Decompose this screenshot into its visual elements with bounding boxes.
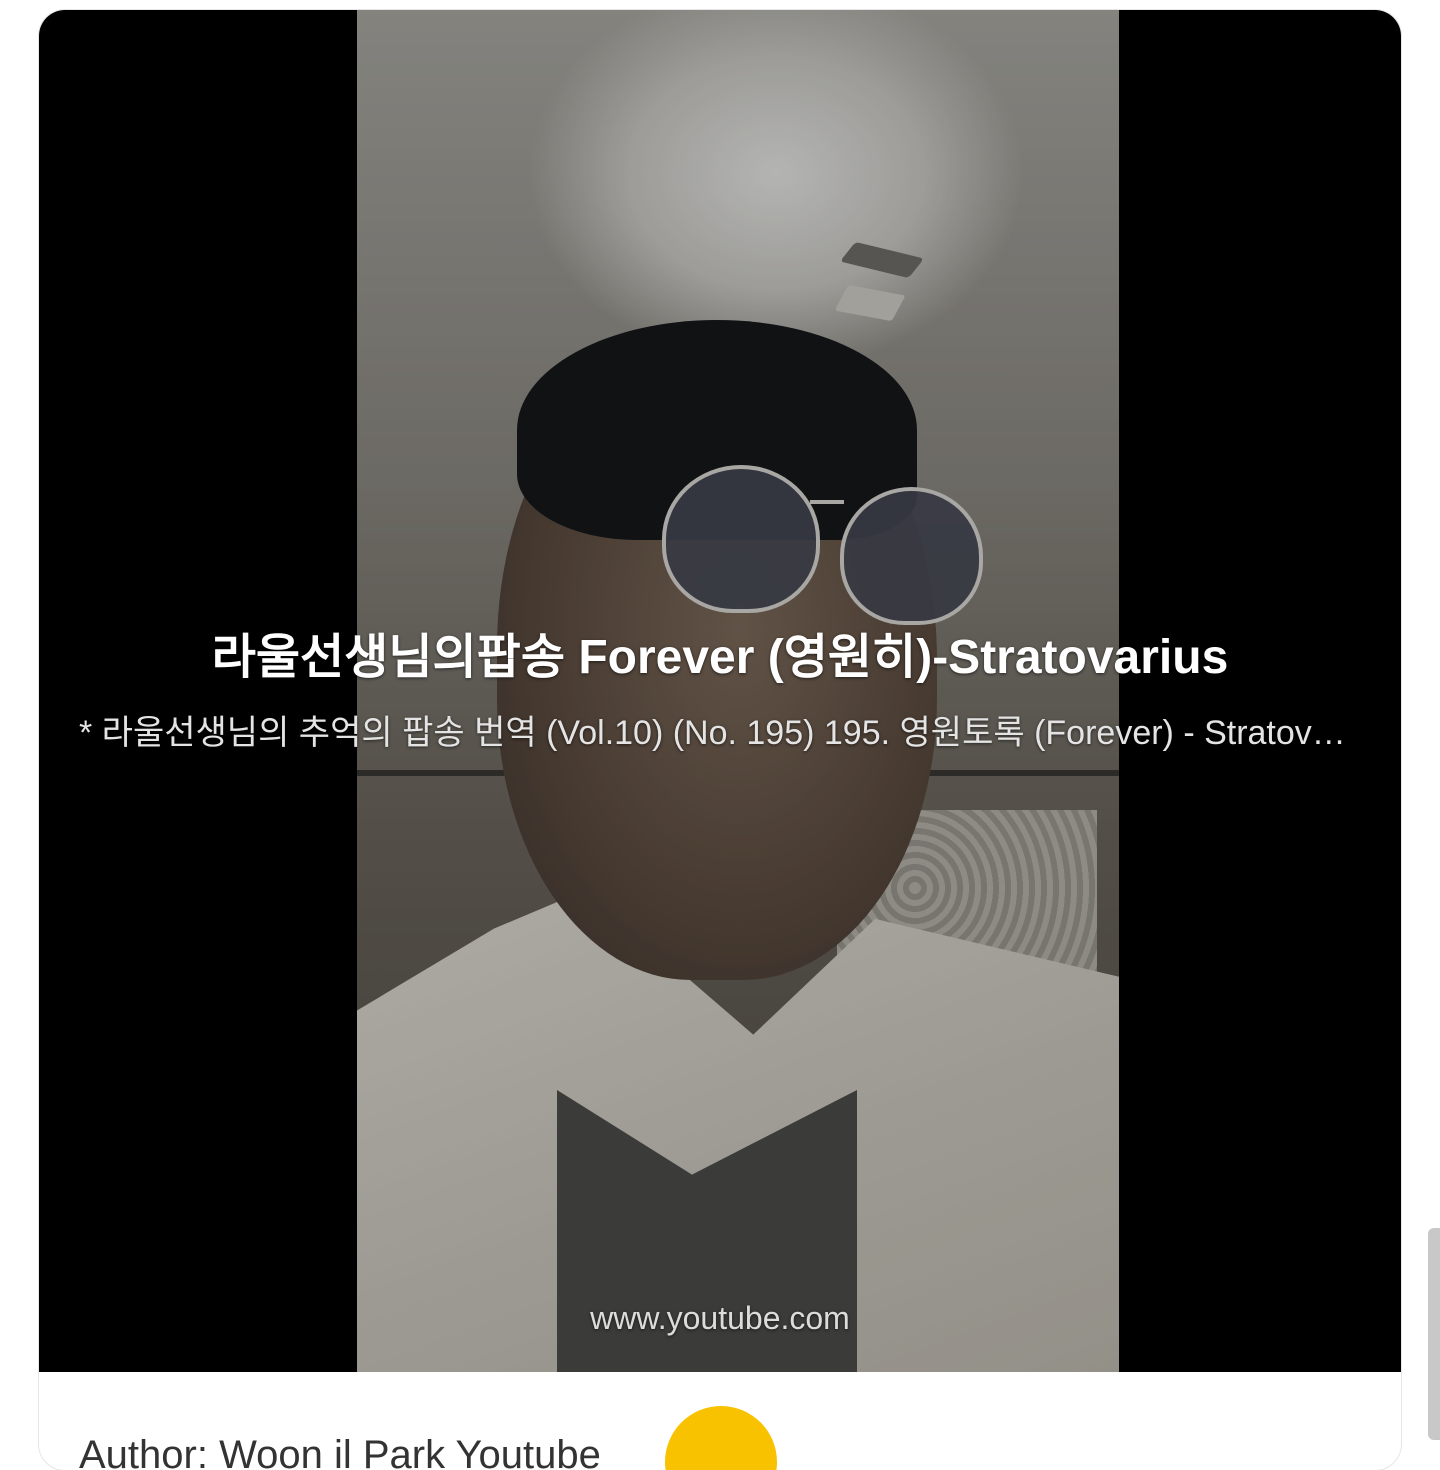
avatar[interactable] [665,1406,777,1470]
video-thumbnail[interactable]: 라울선생님의팝송 Forever (영원히)-Stratovarius * 라울… [39,10,1401,1372]
post-author-text: Author: Woon il Park Youtube [79,1433,601,1470]
link-title[interactable]: 라울선생님의팝송 Forever (영원히)-Stratovarius [39,628,1401,688]
video-frame-image [357,10,1119,1372]
link-domain[interactable]: www.youtube.com [39,1296,1401,1340]
shared-link-card[interactable]: 라울선생님의팝송 Forever (영원히)-Stratovarius * 라울… [39,10,1401,1470]
thumbnail-overlay [357,10,1119,1372]
scrollbar[interactable] [1428,1228,1440,1440]
link-description: * 라울선생님의 추억의 팝송 번역 (Vol.10) (No. 195) 19… [79,714,1361,752]
